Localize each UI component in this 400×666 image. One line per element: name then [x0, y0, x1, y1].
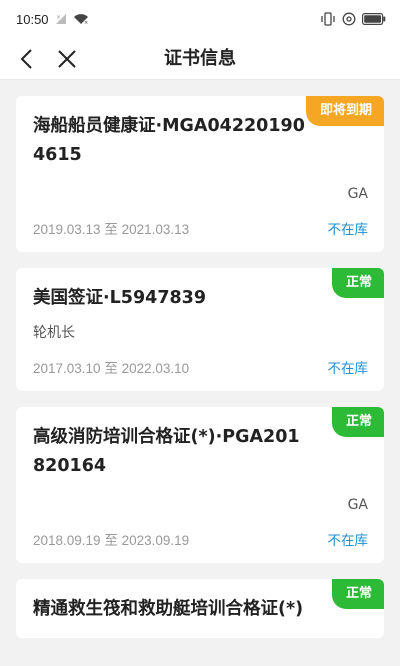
back-arrow-icon[interactable] — [12, 44, 42, 74]
certificate-card[interactable]: 正常 高级消防培训合格证(*)·PGA201820164 GA 2018.09.… — [16, 407, 384, 563]
close-icon[interactable] — [52, 44, 82, 74]
certificate-card[interactable]: 正常 美国签证·L5947839 轮机长 2017.03.10 至 2022.0… — [16, 268, 384, 391]
certificate-list: 即将到期 海船船员健康证·MGA042201904615 GA 2019.03.… — [0, 80, 400, 666]
nav-bar: 证书信息 — [0, 38, 400, 80]
status-badge: 即将到期 — [305, 96, 384, 126]
certificate-issuer: GA — [347, 497, 368, 513]
status-right — [320, 12, 386, 26]
sim-no-signal-icon: × — [55, 13, 67, 25]
status-left: 10:50 × × — [16, 12, 89, 27]
certificate-storage-status[interactable]: 不在库 — [328, 529, 369, 549]
certificate-storage-status[interactable]: 不在库 — [328, 357, 369, 377]
at-icon — [342, 12, 356, 26]
certificate-footer: 2019.03.13 至 2021.03.13 不在库 — [33, 218, 368, 238]
status-time: 10:50 — [16, 11, 49, 27]
status-badge: 正常 — [331, 268, 384, 298]
certificate-footer: 2018.09.19 至 2023.09.19 不在库 — [33, 529, 368, 549]
certificate-position: 轮机长 — [33, 325, 75, 341]
certificate-issuer: GA — [347, 186, 368, 202]
vibrate-icon — [320, 12, 336, 26]
battery-icon — [362, 13, 386, 25]
certificate-title: 美国签证·L5947839 — [33, 288, 207, 308]
certificate-card[interactable]: 即将到期 海船船员健康证·MGA042201904615 GA 2019.03.… — [16, 96, 384, 252]
certificate-date-range: 2018.09.19 至 2023.09.19 — [33, 533, 190, 548]
certificate-title: 精通救生筏和救助艇培训合格证(*) — [33, 599, 304, 619]
certificate-date-range: 2017.03.10 至 2022.03.10 — [33, 361, 190, 376]
svg-text:×: × — [56, 14, 61, 21]
status-bar: 10:50 × × — [0, 0, 400, 38]
certificate-title: 高级消防培训合格证(*)·PGA201820164 — [33, 427, 300, 476]
status-badge: 正常 — [331, 407, 384, 437]
certificate-storage-status[interactable]: 不在库 — [328, 218, 369, 238]
svg-text:×: × — [84, 20, 88, 25]
certificate-card[interactable]: 正常 精通救生筏和救助艇培训合格证(*) — [16, 579, 384, 638]
certificate-footer: 2017.03.10 至 2022.03.10 不在库 — [33, 357, 368, 377]
wifi-icon: × — [73, 13, 89, 25]
status-badge: 正常 — [331, 579, 384, 609]
certificate-date-range: 2019.03.13 至 2021.03.13 — [33, 222, 190, 237]
